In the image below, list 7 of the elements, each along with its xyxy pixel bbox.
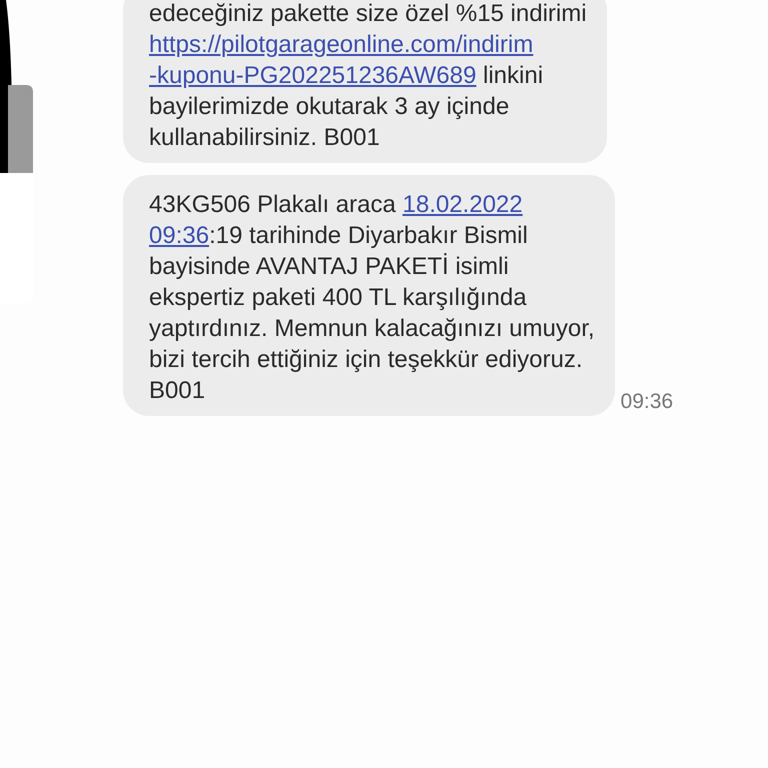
message-link[interactable]: 09:36 [149, 222, 210, 249]
message-time: 09:36 [620, 390, 674, 414]
message-link[interactable]: -kuponu-PG202251236AW689 [149, 62, 476, 89]
message-link[interactable]: 18.02.2022 [402, 191, 523, 218]
message-link[interactable]: https://pilotgarageonline.com/indirim [149, 31, 534, 58]
message-text: edeceğiniz pakette size özel %15 indirimi https://pilotgarageonline.com/indirim -kuponu-PG202251236AW689 linkini bayilerimizde okutarak 3 ay içinde kullanabilirsiniz. B001 [149, 0, 587, 153]
message-text: 43KG506 Plakalı araca 18.02.2022 09:36:19 tarihinde Diyarbakır Bismil bayisinde AVANTAJ PAKETİ isimli ekspertiz paketi 400 TL karşılığında yaptırdınız. Memnun kalacağınızı umuyor, bizi tercih ettiğiniz için teşekkür ediyoruz. B001 [149, 190, 595, 406]
